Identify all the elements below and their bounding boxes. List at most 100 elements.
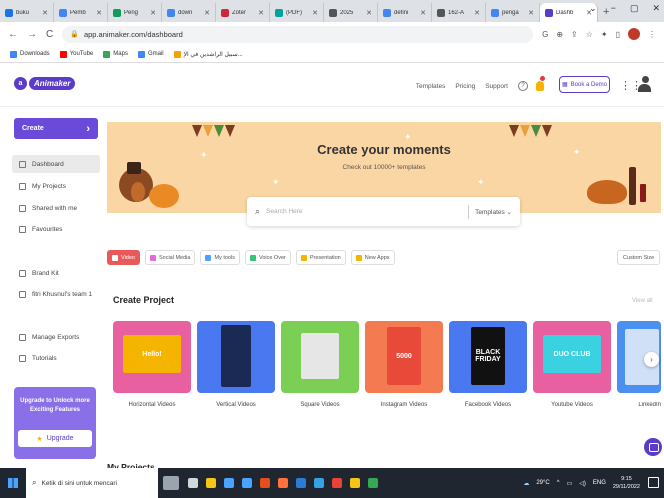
clock[interactable]: 9:15 29/11/2022 [613, 475, 640, 491]
close-icon[interactable]: ✕ [42, 9, 48, 17]
weather-temp[interactable]: 29°C [536, 480, 549, 486]
sidebar-item[interactable]: Brand Kit [12, 264, 100, 282]
project-card-youtube-videos[interactable]: DUO CLUB [533, 321, 611, 393]
help-icon[interactable]: ? [518, 81, 528, 91]
project-card-instagram-videos[interactable]: 5000 [365, 321, 443, 393]
bookmark-item[interactable]: Maps [103, 50, 128, 58]
tab-search-icon[interactable]: ⌄ [589, 3, 597, 14]
windows-start-icon[interactable] [0, 468, 26, 498]
browser-tab[interactable]: Peng ✕ [108, 3, 162, 22]
sidebar-item[interactable]: My Projects [12, 177, 100, 195]
close-icon[interactable]: ✕ [96, 9, 102, 17]
close-icon[interactable]: ✕ [528, 9, 534, 17]
office-icon[interactable] [256, 468, 274, 498]
browser-tab[interactable]: Zoter ✕ [216, 3, 270, 22]
nav-templates[interactable]: Templates [416, 83, 446, 90]
chip-my-tools[interactable]: My tools [200, 250, 240, 265]
firefox-icon[interactable] [274, 468, 292, 498]
chip-voice-over[interactable]: Voice Over [244, 250, 291, 265]
browser-tab[interactable]: 2025 ✕ [324, 3, 378, 22]
volume-icon[interactable]: ◁) [579, 480, 586, 487]
close-icon[interactable]: ✕ [366, 9, 372, 17]
close-icon[interactable]: ✕ [474, 9, 480, 17]
close-icon[interactable]: ✕ [150, 9, 156, 17]
view-all-link[interactable]: View all [632, 298, 653, 304]
browser-tab[interactable]: buku ✕ [0, 3, 54, 22]
bookmark-item[interactable]: Gmail [137, 50, 164, 58]
user-account-icon[interactable] [638, 76, 652, 93]
notification-bell-icon[interactable] [535, 75, 546, 92]
browser-tab[interactable]: (PDF) ✕ [270, 3, 324, 22]
project-card-facebook-videos[interactable]: BLACK FRIDAY [449, 321, 527, 393]
cortana-icon[interactable] [158, 468, 184, 498]
close-icon[interactable]: ✕ [258, 9, 264, 17]
app-icon[interactable] [346, 468, 364, 498]
custom-size-button[interactable]: Custom Size [617, 250, 661, 265]
google-lens-icon[interactable]: G [542, 30, 548, 39]
browser-tab[interactable]: defini ✕ [378, 3, 432, 22]
notification-center-icon[interactable] [648, 477, 659, 488]
nav-pricing[interactable]: Pricing [455, 83, 475, 90]
browser-tab[interactable]: penga ✕ [486, 3, 540, 22]
close-window-button[interactable]: ✕ [652, 3, 660, 14]
search-category-select[interactable]: Templates ⌄ [475, 208, 512, 216]
forward-icon[interactable]: → [27, 29, 37, 40]
edge-icon[interactable] [310, 468, 328, 498]
bookmark-item[interactable]: Downloads [10, 50, 50, 58]
sidebar-item[interactable]: Manage Exports [12, 328, 100, 346]
chip-video[interactable]: Video [107, 250, 140, 265]
task-view-icon[interactable] [184, 468, 202, 498]
store-icon[interactable] [220, 468, 238, 498]
bookmark-item[interactable]: سبيل الراشدين في الإ... [173, 50, 243, 58]
sidebar-item[interactable]: fitri Khusnul's team 1 [12, 285, 100, 303]
animaker-logo[interactable]: a Animaker [14, 77, 76, 90]
minimize-button[interactable]: − [611, 3, 616, 14]
taskbar-search-input[interactable]: ⌕ Ketik di sini untuk mencari [26, 468, 158, 498]
reload-icon[interactable]: C [46, 29, 53, 40]
close-icon[interactable]: ✕ [204, 9, 210, 17]
project-card-vertical-videos[interactable] [197, 321, 275, 393]
sidebar-item[interactable]: Favourites [12, 220, 100, 238]
nav-support[interactable]: Support [485, 83, 508, 90]
language-indicator[interactable]: ENG [593, 480, 606, 486]
browser-tab[interactable]: 162-A ✕ [432, 3, 486, 22]
book-demo-button[interactable]: ▦ Book a Demo [559, 76, 610, 93]
chip-new-apps[interactable]: New Apps [350, 250, 395, 265]
extensions-icon[interactable]: ✦ [601, 30, 608, 39]
menu-icon[interactable]: ⋮ [648, 30, 656, 39]
sidebar-item-label: Manage Exports [32, 333, 80, 341]
browser-tab[interactable]: Pemb ✕ [54, 3, 108, 22]
close-icon[interactable]: ✕ [312, 9, 318, 17]
sidepanel-icon[interactable]: ▯ [616, 30, 620, 39]
tray-chevron-icon[interactable]: ^ [557, 480, 560, 486]
carousel-next-button[interactable]: › [644, 352, 659, 367]
close-icon[interactable]: ✕ [420, 9, 426, 17]
project-card-square-videos[interactable] [281, 321, 359, 393]
chip-social-media[interactable]: Social Media [144, 250, 196, 265]
bookmark-item[interactable]: YouTube [59, 50, 93, 58]
chrome-icon[interactable] [328, 468, 346, 498]
word-icon[interactable] [292, 468, 310, 498]
project-card-horizontal-videos[interactable]: Hello! [113, 321, 191, 393]
url-input[interactable]: 🔒 app.animaker.com/dashboard [62, 25, 534, 43]
profile-avatar[interactable] [628, 28, 640, 40]
upgrade-button[interactable]: ★ Upgrade [18, 430, 92, 447]
search-input[interactable]: Search Here [266, 208, 462, 215]
zoom-icon[interactable]: ⊕ [556, 30, 563, 39]
weather-icon[interactable]: ☁ [523, 480, 529, 487]
sidebar-item[interactable]: Dashboard [12, 155, 100, 173]
browser-tab[interactable]: down ✕ [162, 3, 216, 22]
sidebar-item[interactable]: Shared with me [12, 199, 100, 217]
network-icon[interactable]: ▭ [567, 480, 573, 487]
chip-presentation[interactable]: Presentation [295, 250, 346, 265]
restore-button[interactable]: ▢ [630, 3, 639, 14]
bookmark-star-icon[interactable]: ☆ [586, 30, 593, 39]
sidebar-item[interactable]: Tutorials [12, 349, 100, 367]
mail-icon[interactable] [238, 468, 256, 498]
share-icon[interactable]: ⇪ [571, 30, 578, 39]
back-icon[interactable]: ← [8, 29, 18, 40]
chat-support-icon[interactable] [644, 438, 662, 456]
file-explorer-icon[interactable] [202, 468, 220, 498]
create-button[interactable]: Create › [14, 118, 98, 139]
chrome-2-icon[interactable] [364, 468, 382, 498]
